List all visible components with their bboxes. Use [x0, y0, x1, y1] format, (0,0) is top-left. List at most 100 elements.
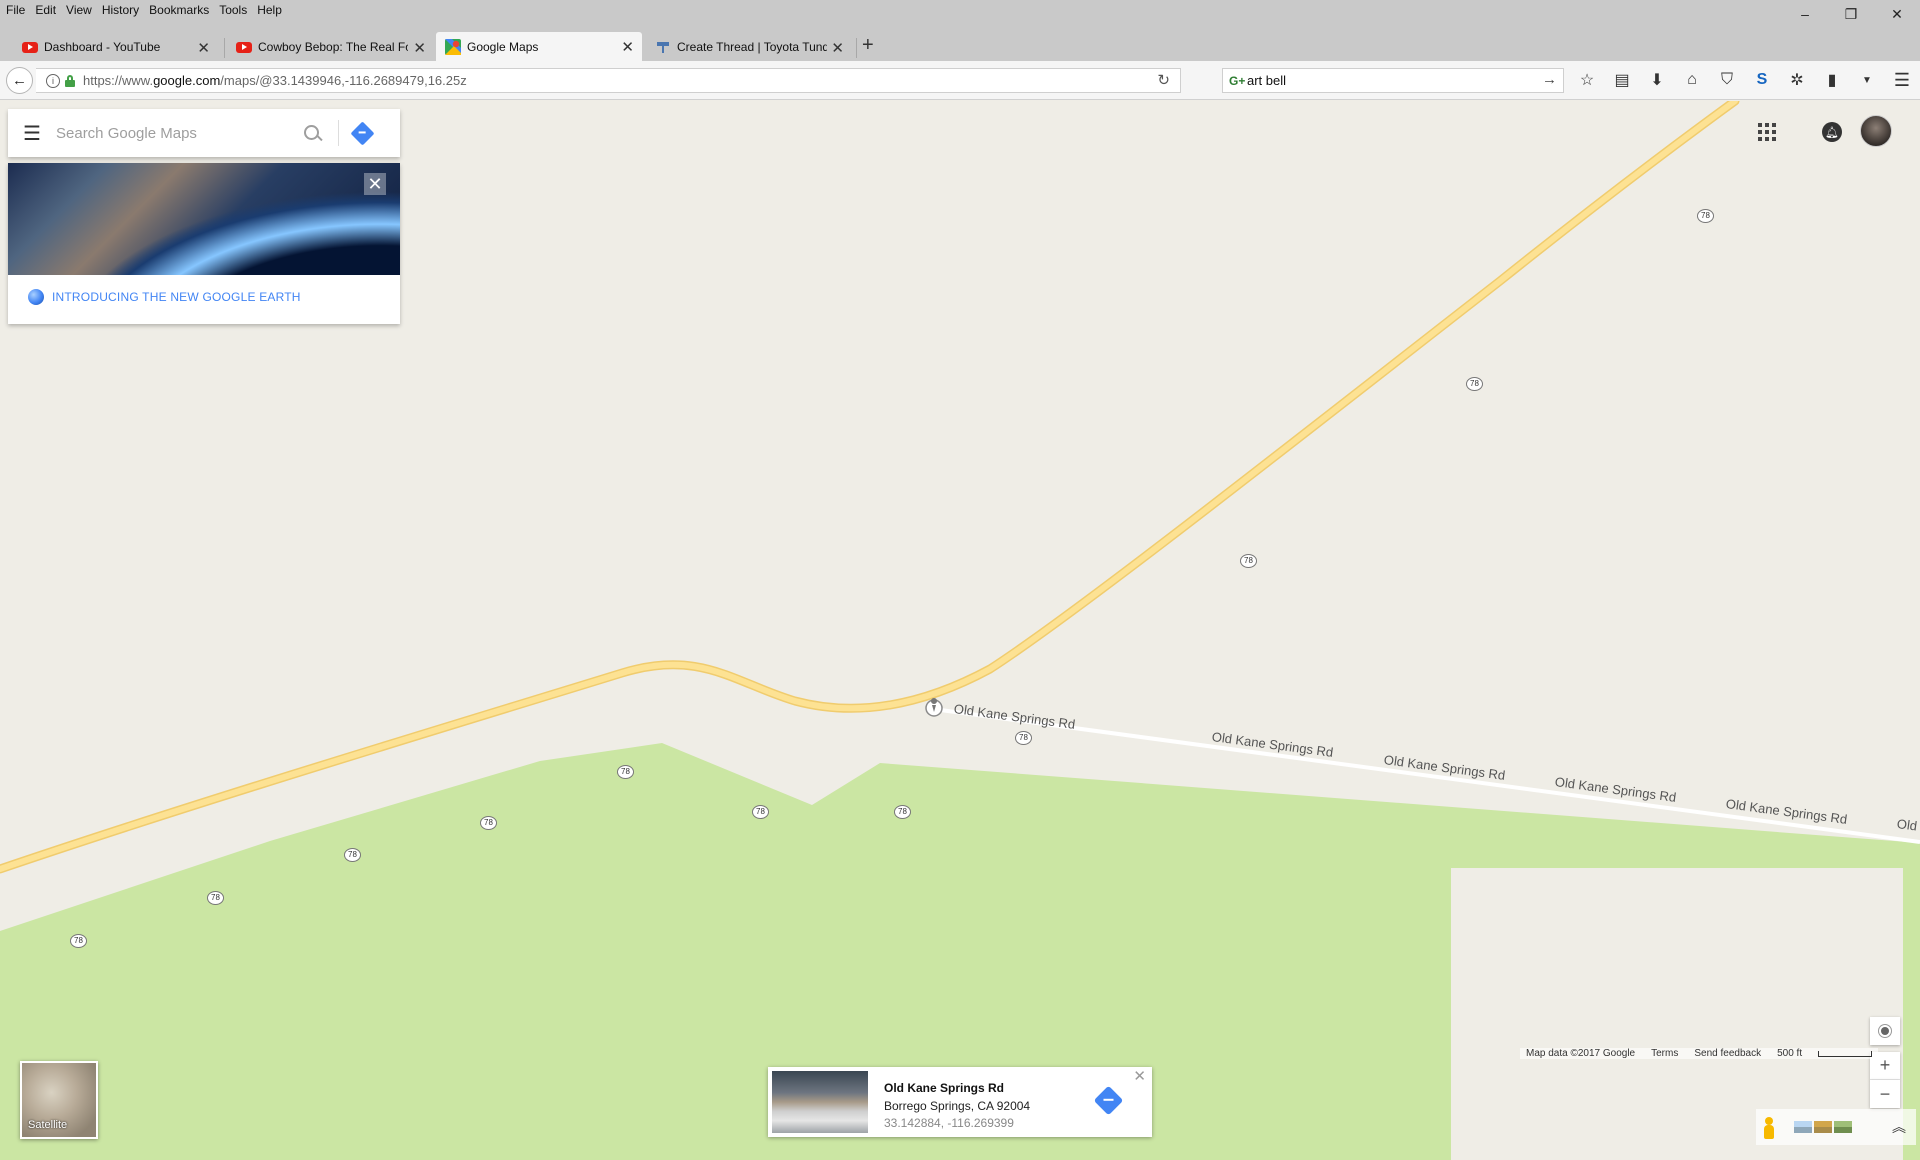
- menu-edit[interactable]: Edit: [29, 3, 60, 17]
- bookmark-star-icon[interactable]: ☆: [1576, 69, 1598, 91]
- browser-toolbar: ☆ ▤ ⬇ ⌂ ⛉ S ✲ ▮ ▼: [1576, 69, 1878, 91]
- home-icon[interactable]: ⌂: [1681, 69, 1703, 91]
- tab-label: Create Thread | Toyota Tund: [677, 40, 827, 54]
- reload-icon[interactable]: ↻: [1157, 71, 1170, 89]
- search-engine-icon[interactable]: G+: [1229, 74, 1245, 88]
- zoom-out-button[interactable]: −: [1870, 1080, 1900, 1108]
- menu-history[interactable]: History: [96, 3, 143, 17]
- close-tab-icon[interactable]: ✕: [413, 39, 426, 57]
- route-78-shield-icon: 78: [1015, 731, 1032, 745]
- back-button[interactable]: ←: [6, 67, 33, 94]
- tab-strip: Dashboard - YouTube ✕ Cowboy Bebop: The …: [0, 20, 1920, 61]
- directions-icon: [349, 120, 375, 146]
- imagery-thumb-icon[interactable]: [1814, 1121, 1832, 1133]
- close-tab-icon[interactable]: ✕: [197, 39, 210, 57]
- map-canvas[interactable]: 78 78 78 78 78 78 78 78 78 78 78 Old Kane Springs …: [0, 101, 1920, 1160]
- route-78-shield-icon: 78: [894, 805, 911, 819]
- location-icon: [1881, 1027, 1889, 1035]
- youtube-icon: [22, 39, 38, 55]
- promo-link-text: INTRODUCING THE NEW GOOGLE EARTH: [52, 290, 301, 304]
- place-info-card[interactable]: Old Kane Springs Rd Borrego Springs, CA …: [768, 1067, 1152, 1137]
- browser-search-text[interactable]: art bell: [1247, 73, 1286, 88]
- url-prefix: https://www.: [83, 73, 154, 88]
- menu-file[interactable]: File: [0, 3, 29, 17]
- route-78-shield-icon: 78: [207, 891, 224, 905]
- url-text[interactable]: https://www.google.com/maps/@33.1439946,…: [83, 73, 467, 88]
- apps-grid-icon[interactable]: [1752, 117, 1782, 147]
- google-earth-promo-card: ✕ INTRODUCING THE NEW GOOGLE EARTH: [8, 163, 400, 324]
- place-name[interactable]: Old Kane Springs Rd: [884, 1081, 1004, 1095]
- place-coordinates: 33.142884, -116.269399: [884, 1116, 1014, 1130]
- tab-create-thread[interactable]: Create Thread | Toyota Tund ✕: [646, 33, 852, 61]
- expand-chevron-icon[interactable]: ︽: [1892, 1117, 1906, 1137]
- google-earth-promo-link[interactable]: INTRODUCING THE NEW GOOGLE EARTH: [28, 289, 301, 305]
- tab-dashboard-youtube[interactable]: Dashboard - YouTube ✕: [0, 33, 218, 61]
- extension-puzzle-icon[interactable]: ✲: [1786, 69, 1808, 91]
- tab-label: Dashboard - YouTube: [44, 40, 161, 54]
- info-icon[interactable]: i: [46, 73, 60, 88]
- menu-bar: File Edit View History Bookmarks Tools H…: [0, 0, 1920, 20]
- menu-view[interactable]: View: [60, 3, 96, 17]
- menu-tools[interactable]: Tools: [213, 3, 251, 17]
- route-78-shield-icon: 78: [752, 805, 769, 819]
- imagery-thumbnails[interactable]: [1794, 1121, 1852, 1133]
- tab-separator: [224, 38, 225, 58]
- imagery-thumb-icon[interactable]: [1834, 1121, 1852, 1133]
- place-marker-icon: [925, 698, 943, 717]
- route-78-shield-icon: 78: [1697, 209, 1714, 223]
- url-path: /maps/@33.1439946,-116.2689479,16.25z: [220, 73, 467, 88]
- youtube-icon: [236, 39, 252, 55]
- browser-search-bar[interactable]: G+ art bell →: [1222, 68, 1564, 93]
- notifications-bell-icon[interactable]: 🔔︎: [1822, 122, 1842, 142]
- search-go-arrow-icon[interactable]: →: [1542, 71, 1557, 88]
- tab-label: Google Maps: [467, 39, 539, 54]
- tab-google-maps[interactable]: Google Maps ✕: [436, 32, 642, 61]
- close-tab-icon[interactable]: ✕: [621, 38, 634, 56]
- browser-menu-icon[interactable]: ☰: [1894, 70, 1910, 91]
- lock-icon[interactable]: [65, 75, 75, 87]
- s-extension-icon[interactable]: S: [1751, 69, 1773, 91]
- clipboard-icon[interactable]: ▮: [1821, 69, 1843, 91]
- pegman-icon[interactable]: [1762, 1117, 1776, 1139]
- google-maps-icon: [445, 38, 461, 55]
- back-arrow-icon: ←: [12, 72, 27, 89]
- scale-bar[interactable]: [1818, 1050, 1873, 1057]
- download-icon[interactable]: ⬇: [1646, 69, 1668, 91]
- menu-bookmarks[interactable]: Bookmarks: [143, 3, 213, 17]
- terms-link[interactable]: Terms: [1651, 1048, 1678, 1059]
- directions-button[interactable]: [339, 109, 385, 157]
- map-data-credit: Map data ©2017 Google: [1526, 1048, 1636, 1059]
- place-street-view-thumbnail[interactable]: [772, 1071, 868, 1133]
- avatar[interactable]: [1860, 115, 1892, 147]
- satellite-toggle[interactable]: Satellite: [20, 1061, 98, 1139]
- search-icon[interactable]: [296, 118, 326, 148]
- map-attribution: Map data ©2017 Google Terms Send feedbac…: [1520, 1048, 1879, 1059]
- tab-cowboy-bebop[interactable]: Cowboy Bebop: The Real Fo ✕: [226, 33, 434, 61]
- navigation-bar: i https://www.google.com/maps/@33.143994…: [0, 61, 1920, 100]
- dropdown-arrow-icon[interactable]: ▼: [1856, 69, 1878, 91]
- map-controls: + −: [1870, 1017, 1900, 1108]
- bookmarks-list-icon[interactable]: ▤: [1611, 69, 1633, 91]
- forum-icon: [655, 39, 671, 55]
- scale-label[interactable]: 500 ft: [1777, 1048, 1802, 1059]
- pocket-icon[interactable]: ⛉: [1716, 69, 1738, 91]
- route-78-shield-icon: 78: [1240, 554, 1257, 568]
- new-tab-icon[interactable]: +: [862, 34, 874, 57]
- directions-icon[interactable]: [1093, 1085, 1124, 1116]
- maps-search-input[interactable]: [56, 124, 286, 142]
- my-location-button[interactable]: [1870, 1017, 1900, 1045]
- tab-label: Cowboy Bebop: The Real Fo: [258, 40, 408, 54]
- close-icon[interactable]: ✕: [364, 173, 386, 195]
- send-feedback-link[interactable]: Send feedback: [1694, 1048, 1761, 1059]
- url-bar[interactable]: i https://www.google.com/maps/@33.143994…: [36, 68, 1181, 93]
- close-tab-icon[interactable]: ✕: [831, 39, 844, 57]
- tab-separator: [856, 38, 857, 58]
- menu-help[interactable]: Help: [251, 3, 286, 17]
- hamburger-menu-icon[interactable]: ☰: [8, 109, 56, 157]
- url-domain: google.com: [153, 73, 221, 88]
- route-78-shield-icon: 78: [617, 765, 634, 779]
- route-78-shield-icon: 78: [344, 848, 361, 862]
- map-extras-strip: ︽: [1756, 1109, 1916, 1145]
- imagery-thumb-icon[interactable]: [1794, 1121, 1812, 1133]
- close-icon[interactable]: ✕: [1133, 1067, 1146, 1085]
